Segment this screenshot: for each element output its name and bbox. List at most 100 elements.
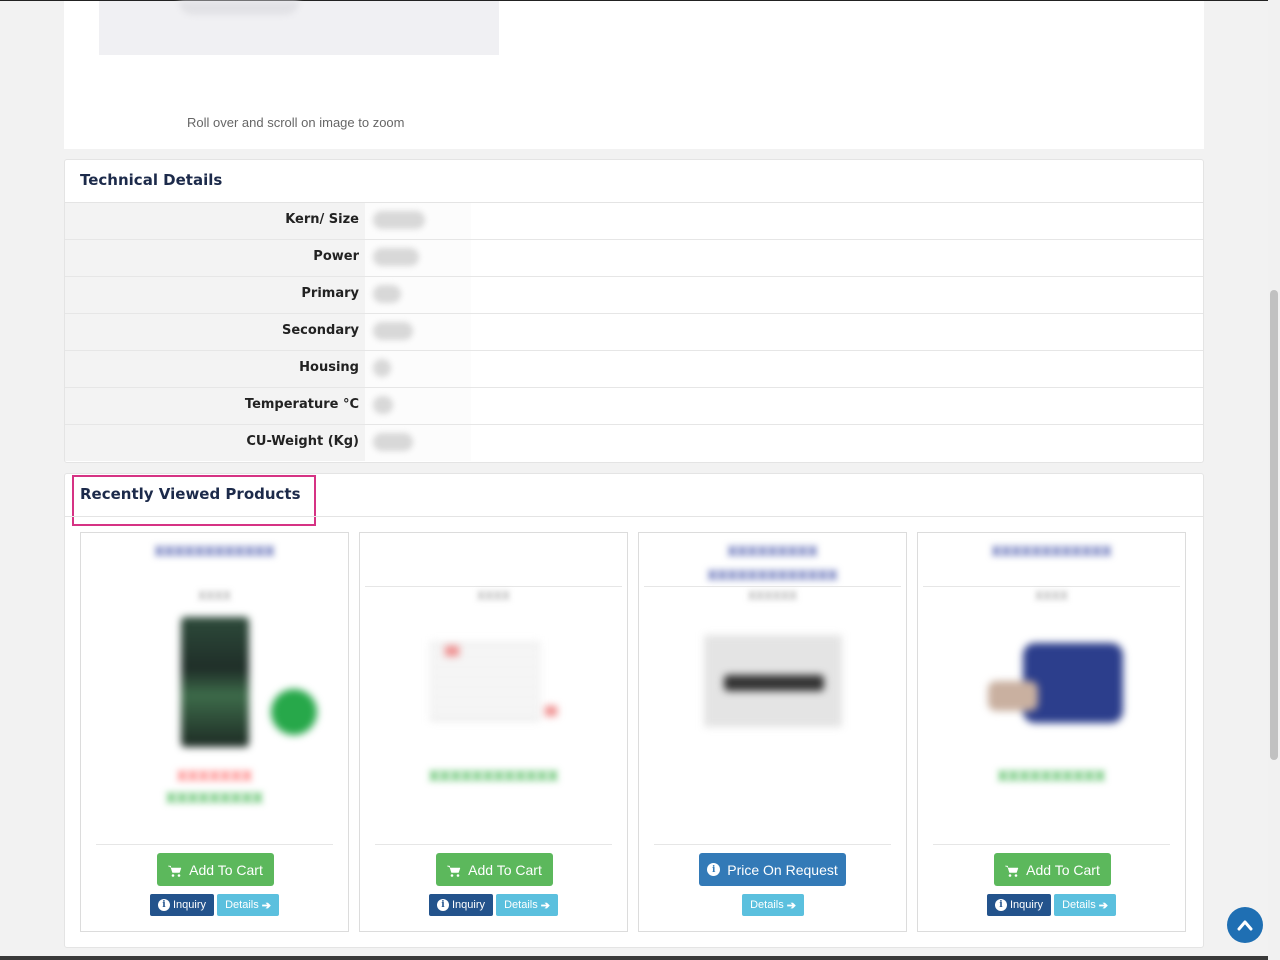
spec-label: Temperature °C [244, 397, 359, 412]
product-name-link[interactable]: XXXXXXXXXXXX [948, 541, 1155, 565]
spec-label: Primary [301, 286, 359, 301]
product-image [1023, 643, 1123, 723]
shopping-cart-icon [447, 864, 461, 877]
inquiry-label: Inquiry [1009, 899, 1044, 911]
product-price: XXXXXXXXXX [997, 769, 1106, 785]
details-label: Details [1062, 899, 1096, 911]
spec-row: Secondary [65, 314, 1203, 351]
card-divider [365, 586, 622, 587]
scrollbar-thumb[interactable] [1270, 290, 1278, 760]
product-image-link[interactable] [918, 611, 1185, 761]
spec-label-cell: Power [65, 240, 365, 276]
inquiry-label: Inquiry [451, 899, 486, 911]
spec-row: Power [65, 240, 1203, 277]
inquiry-button[interactable]: i Inquiry [150, 894, 214, 916]
product-image-link[interactable] [639, 611, 906, 761]
old-price: XXXXXXX [176, 769, 253, 785]
product-image-marker [445, 646, 459, 656]
product-image-link[interactable] [81, 611, 348, 761]
card-divider [933, 844, 1170, 845]
product-image [181, 617, 249, 747]
arrow-right-icon: ➔ [1098, 899, 1108, 912]
technical-details-panel: Technical Details Kern/ Size Power Prima… [64, 159, 1204, 463]
product-image-content [724, 675, 824, 691]
card-divider [96, 844, 333, 845]
product-code: XXXXXX [747, 589, 798, 603]
product-name-link[interactable]: XXXXXXXXX XXXXXXXXXXXXX [669, 541, 876, 589]
product-image-content [179, 1, 299, 15]
product-name-link[interactable]: XXXXXXXXXXXX [111, 541, 318, 565]
recently-viewed-panel: Recently Viewed Products XXXXXXXXXXXX XX… [64, 473, 1204, 948]
details-button[interactable]: Details ➔ [217, 894, 279, 916]
card-divider [375, 844, 612, 845]
inquiry-button[interactable]: i Inquiry [429, 894, 493, 916]
spec-value [373, 322, 413, 340]
product-code: XXXX [198, 589, 231, 603]
bottom-border [0, 956, 1268, 960]
add-to-cart-button[interactable]: Add To Cart [157, 853, 274, 886]
details-button[interactable]: Details ➔ [742, 894, 804, 916]
spec-value [373, 396, 393, 414]
product-image-marker [545, 706, 557, 716]
card-divider [923, 586, 1180, 587]
details-label: Details [750, 899, 784, 911]
spec-value [373, 359, 391, 377]
arrow-right-icon: ➔ [540, 899, 550, 912]
product-card: XXXXXXXXXXXX XXXX XXXXXXXXXX Add To Cart… [917, 532, 1186, 932]
spec-row: CU-Weight (Kg) [65, 425, 1203, 462]
product-card: XXXXXXXXX XXXXXXXXXXXXX XXXXXX i Price O… [638, 532, 907, 932]
spec-value-cell [365, 277, 471, 313]
spec-label-cell: CU-Weight (Kg) [65, 425, 365, 461]
product-code: XXXX [477, 589, 510, 603]
product-image-link[interactable] [360, 611, 627, 761]
spec-value [373, 285, 401, 303]
details-button[interactable]: Details ➔ [496, 894, 558, 916]
inquiry-button[interactable]: i Inquiry [987, 894, 1051, 916]
zoom-hint: Roll over and scroll on image to zoom [187, 115, 405, 130]
spec-value [373, 248, 419, 266]
back-to-top-button[interactable] [1227, 907, 1263, 943]
product-image-zoom[interactable] [99, 1, 499, 55]
spec-label-cell: Primary [65, 277, 365, 313]
card-divider [644, 586, 901, 587]
spec-value-cell [365, 388, 471, 424]
technical-details-title: Technical Details [80, 171, 223, 189]
info-circle-icon: i [436, 899, 449, 911]
spec-label: Kern/ Size [285, 212, 359, 227]
spec-label: CU-Weight (Kg) [246, 434, 359, 449]
add-to-cart-button[interactable]: Add To Cart [436, 853, 553, 886]
spec-value-cell [365, 314, 471, 350]
product-image-panel: Roll over and scroll on image to zoom [64, 1, 1204, 149]
product-price: XXXXXXXXX [165, 791, 264, 807]
spec-label-cell: Kern/ Size [65, 203, 365, 239]
add-to-cart-label: Add To Cart [189, 861, 263, 878]
add-to-cart-button[interactable]: Add To Cart [994, 853, 1111, 886]
info-circle-icon: i [707, 863, 721, 876]
inquiry-label: Inquiry [172, 899, 207, 911]
product-card: XXXXXXXXXXXX XXXX XXXXXXX XXXXXXXXX Add … [80, 532, 349, 932]
arrow-right-icon: ➔ [786, 899, 796, 912]
spec-row: Kern/ Size [65, 203, 1203, 240]
spec-value-cell [365, 425, 471, 461]
spec-row: Housing [65, 351, 1203, 388]
spec-label-cell: Secondary [65, 314, 365, 350]
spec-label-cell: Temperature °C [65, 388, 365, 424]
shopping-cart-icon [168, 864, 182, 877]
card-divider [654, 844, 891, 845]
info-circle-icon: i [157, 899, 170, 911]
chevron-up-icon [1237, 916, 1253, 935]
spec-label: Housing [299, 360, 359, 375]
spec-value-cell [365, 203, 471, 239]
title-highlight-box [72, 475, 316, 526]
price-on-request-button[interactable]: i Price On Request [699, 853, 846, 886]
spec-label-cell: Housing [65, 351, 365, 387]
product-code: XXXX [1035, 589, 1068, 603]
add-to-cart-label: Add To Cart [1026, 861, 1100, 878]
spec-row: Temperature °C [65, 388, 1203, 425]
info-circle-icon: i [994, 899, 1007, 911]
details-button[interactable]: Details ➔ [1054, 894, 1116, 916]
spec-label: Secondary [281, 323, 359, 338]
details-label: Details [504, 899, 538, 911]
product-image-content [988, 681, 1038, 711]
spec-value-cell [365, 240, 471, 276]
